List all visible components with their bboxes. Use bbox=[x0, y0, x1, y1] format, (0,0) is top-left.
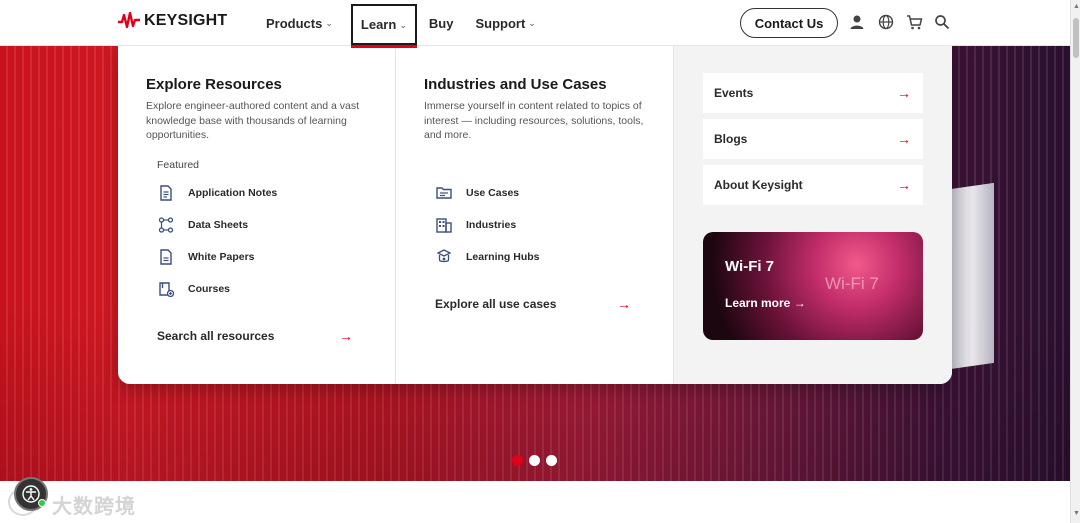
explore-all-use-cases-label: Explore all use cases bbox=[435, 297, 557, 311]
nav-buy-label: Buy bbox=[428, 15, 454, 31]
card-events-label: Events bbox=[714, 86, 754, 100]
nav-buy[interactable]: Buy bbox=[429, 0, 454, 46]
carousel-dot-1[interactable] bbox=[512, 455, 523, 466]
explore-all-use-cases-link[interactable]: Explore all use cases → bbox=[435, 296, 631, 312]
user-icon[interactable] bbox=[848, 13, 866, 31]
arrow-right-icon: → bbox=[897, 177, 911, 193]
accessibility-button[interactable] bbox=[14, 477, 48, 511]
course-icon bbox=[159, 282, 175, 298]
nav-products[interactable]: Products ⌄ bbox=[266, 0, 333, 46]
logo-text: KEYSIGHT bbox=[144, 12, 228, 29]
scroll-up-arrow-icon[interactable]: ▲ bbox=[1073, 3, 1080, 10]
menu-item-courses[interactable]: Courses bbox=[157, 280, 230, 298]
nav-support[interactable]: Support ⌄ bbox=[475, 0, 535, 46]
menu-item-label: Data Sheets bbox=[188, 219, 249, 231]
globe-icon[interactable] bbox=[877, 13, 895, 31]
menu-item-label: White Papers bbox=[188, 251, 255, 263]
cart-icon[interactable] bbox=[905, 13, 923, 31]
arrow-right-icon: → bbox=[897, 85, 911, 101]
contact-us-button[interactable]: Contact Us bbox=[740, 8, 838, 38]
building-icon bbox=[436, 218, 452, 233]
nav-products-label: Products bbox=[266, 15, 323, 31]
scroll-down-arrow-icon[interactable]: ▼ bbox=[1073, 510, 1080, 517]
document-icon bbox=[160, 185, 172, 201]
arrow-right-icon: → bbox=[793, 296, 806, 310]
hub-icon bbox=[436, 249, 452, 263]
search-icon[interactable] bbox=[933, 13, 951, 31]
carousel-dot-3[interactable] bbox=[546, 455, 557, 466]
search-all-resources-label: Search all resources bbox=[157, 329, 275, 343]
site-header: KEYSIGHT Products ⌄ Learn ⌄ Buy Support … bbox=[0, 0, 1070, 48]
menu-item-industries[interactable]: Industries bbox=[435, 216, 516, 234]
card-blogs-label: Blogs bbox=[714, 132, 748, 146]
card-about-keysight-label: About Keysight bbox=[714, 178, 803, 192]
menu-item-learning-hubs[interactable]: Learning Hubs bbox=[435, 248, 540, 266]
hero-device-image bbox=[950, 182, 994, 370]
nav-support-label: Support bbox=[475, 15, 526, 31]
page-icon bbox=[160, 249, 172, 265]
carousel-dot-2[interactable] bbox=[529, 455, 540, 466]
chevron-down-icon: ⌄ bbox=[325, 18, 333, 28]
scroll-thumb[interactable] bbox=[1073, 18, 1079, 58]
explore-resources-column: Explore Resources Explore engineer-autho… bbox=[118, 46, 396, 384]
card-events[interactable]: Events → bbox=[703, 73, 923, 113]
menu-item-label: Use Cases bbox=[466, 187, 520, 199]
industries-use-cases-description: Immerse yourself in content related to t… bbox=[424, 100, 644, 141]
card-blogs[interactable]: Blogs → bbox=[703, 119, 923, 159]
nodes-icon bbox=[158, 217, 174, 233]
promo-learn-more-link[interactable]: Learn more → bbox=[725, 296, 806, 310]
industries-use-cases-title: Industries and Use Cases bbox=[424, 76, 607, 93]
nav-learn-label: Learn bbox=[360, 17, 397, 32]
folder-icon bbox=[436, 187, 452, 199]
search-all-resources-link[interactable]: Search all resources → bbox=[157, 328, 353, 344]
explore-resources-description: Explore engineer-authored content and a … bbox=[146, 100, 360, 141]
card-about-keysight[interactable]: About Keysight → bbox=[703, 165, 923, 205]
page-scrollbar[interactable]: ▲ ▼ bbox=[1070, 0, 1080, 523]
carousel-dots bbox=[512, 455, 557, 466]
quick-links-column: Events → Blogs → About Keysight → Wi-Fi … bbox=[674, 46, 952, 384]
chevron-down-icon: ⌄ bbox=[528, 18, 536, 28]
menu-item-label: Learning Hubs bbox=[466, 251, 540, 263]
menu-item-label: Courses bbox=[188, 283, 231, 295]
main-nav: Products ⌄ Learn ⌄ Buy Support ⌄ bbox=[266, 0, 536, 48]
menu-item-use-cases[interactable]: Use Cases bbox=[435, 184, 519, 202]
wifi7-promo-card[interactable]: Wi-Fi 7 Wi-Fi 7 Learn more → bbox=[703, 232, 923, 340]
menu-item-application-notes[interactable]: Application Notes bbox=[157, 184, 277, 202]
promo-link-label: Learn more bbox=[725, 296, 791, 310]
promo-title: Wi-Fi 7 bbox=[725, 258, 775, 275]
arrow-right-icon: → bbox=[897, 131, 911, 147]
menu-item-data-sheets[interactable]: Data Sheets bbox=[157, 216, 248, 234]
keysight-logo[interactable]: KEYSIGHT bbox=[118, 12, 227, 30]
status-indicator bbox=[38, 499, 46, 507]
menu-item-label: Industries bbox=[466, 219, 517, 231]
watermark-text: 大数跨境 bbox=[52, 496, 136, 518]
arrow-right-icon: → bbox=[617, 296, 631, 312]
menu-item-label: Application Notes bbox=[188, 187, 278, 199]
featured-label: Featured bbox=[157, 159, 200, 171]
learn-mega-menu: Explore Resources Explore engineer-autho… bbox=[118, 46, 952, 384]
explore-resources-title: Explore Resources bbox=[146, 76, 282, 93]
nav-learn[interactable]: Learn ⌄ bbox=[350, 4, 417, 48]
keysight-wave-icon bbox=[118, 12, 140, 29]
chevron-down-icon: ⌄ bbox=[399, 19, 407, 30]
arrow-right-icon: → bbox=[339, 328, 353, 344]
promo-watermark: Wi-Fi 7 bbox=[825, 274, 879, 293]
industries-use-cases-column: Industries and Use Cases Immerse yoursel… bbox=[396, 46, 674, 384]
menu-item-white-papers[interactable]: White Papers bbox=[157, 248, 255, 266]
